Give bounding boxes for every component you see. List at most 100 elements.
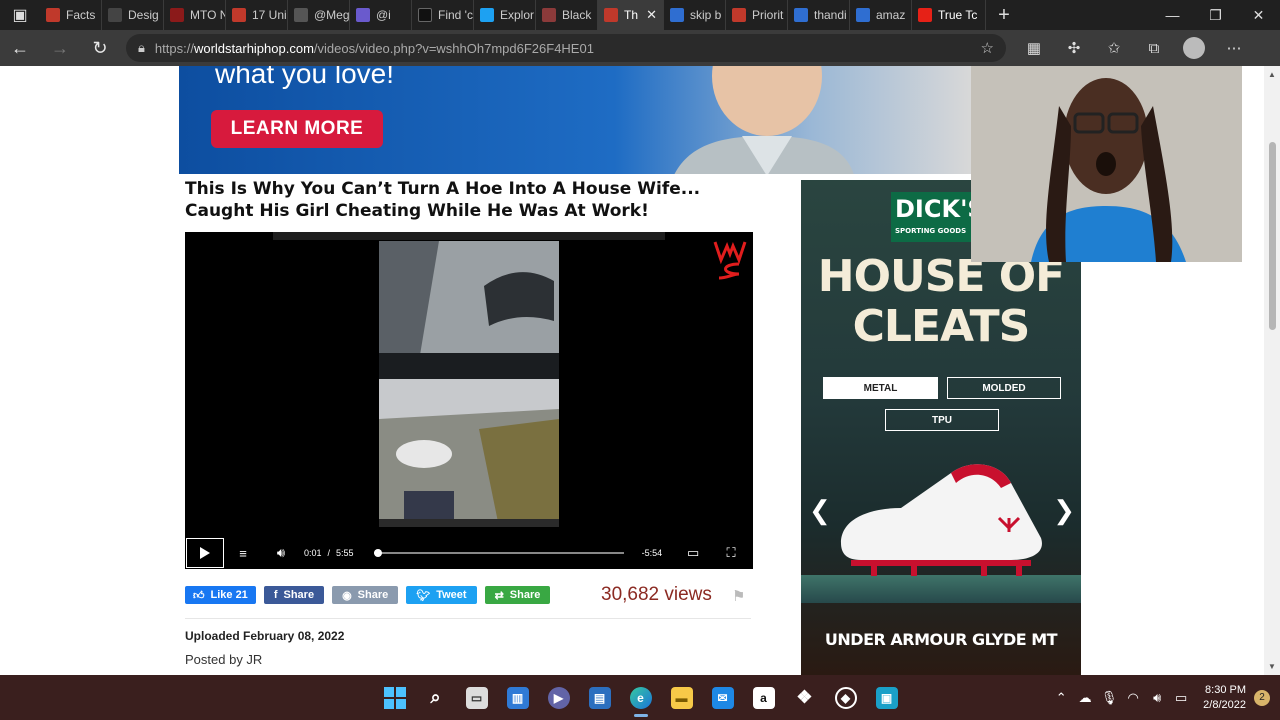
option-metal-button[interactable]: METAL: [823, 377, 938, 399]
app-icon: ▣: [875, 686, 898, 709]
more-options-icon[interactable]: ⋯: [1214, 30, 1254, 66]
browser-tab[interactable]: True Tc: [912, 0, 986, 30]
collections-icon[interactable]: ⧉: [1134, 30, 1174, 66]
extensions-puzzle-icon[interactable]: ✣: [1054, 30, 1094, 66]
close-tab-icon[interactable]: ✕: [646, 7, 657, 23]
learn-more-button[interactable]: LEARN MORE: [211, 110, 383, 148]
facebook-icon: f: [273, 589, 278, 601]
wshh-logo-icon: [713, 241, 747, 280]
ad-banner[interactable]: what you love! LEARN MORE: [179, 66, 971, 174]
facebook-like-button[interactable]: 👍︎ Like 21: [185, 586, 256, 604]
mail-button[interactable]: ✉: [702, 675, 743, 720]
store-icon: ▤: [588, 686, 611, 709]
browser-tab[interactable]: Facts: [40, 0, 102, 30]
play-icon: [200, 547, 210, 559]
taskbar-apps: ⌕ ▭ ▥ ▶ ▤ e ▬ ✉ a ❖ ◆ ▣: [374, 675, 907, 720]
store-button[interactable]: ▤: [579, 675, 620, 720]
tab-favicon-icon: [480, 8, 494, 22]
browser-tab[interactable]: thandi: [788, 0, 850, 30]
report-flag-icon[interactable]: ⚑: [732, 587, 745, 605]
volume-icon[interactable]: 🔊︎: [262, 545, 300, 561]
new-tab-button[interactable]: +: [986, 0, 1022, 30]
start-button[interactable]: [374, 675, 415, 720]
security-icon[interactable]: ☁: [1073, 690, 1097, 706]
search-button[interactable]: ⌕: [415, 675, 456, 720]
dropbox-button[interactable]: ❖: [784, 675, 825, 720]
url-field[interactable]: 🔒︎ https://worldstarhiphop.com/videos/vi…: [126, 34, 1006, 62]
notification-badge[interactable]: 2: [1254, 689, 1270, 706]
restore-icon[interactable]: ❐: [1194, 0, 1237, 30]
browser-tab[interactable]: Explor: [474, 0, 536, 30]
back-button[interactable]: ←: [0, 30, 40, 66]
view-count: 30,682 views: [601, 584, 712, 605]
video-frame-driveway: [379, 379, 559, 527]
browser-tab[interactable]: @Meg: [288, 0, 350, 30]
task-view-button[interactable]: ▭: [456, 675, 497, 720]
scroll-down-icon[interactable]: ▼: [1268, 662, 1276, 671]
twitter-tweet-button[interactable]: 🐦︎ Tweet: [406, 586, 477, 604]
browser-tab[interactable]: Black: [536, 0, 598, 30]
browser-tab[interactable]: Find 'c: [412, 0, 474, 30]
facebook-share-button[interactable]: f Share: [263, 586, 325, 604]
ad-shelf: [801, 575, 1081, 603]
volume-icon[interactable]: 🔊︎: [1145, 690, 1169, 706]
clock[interactable]: 8:30 PM 2/8/2022: [1203, 683, 1246, 713]
tab-favicon-icon: [542, 8, 556, 22]
scroll-up-icon[interactable]: ▲: [1268, 70, 1276, 79]
browser-tab[interactable]: amaz: [850, 0, 912, 30]
fullscreen-icon[interactable]: ⛶: [712, 545, 750, 561]
webcam-person-image: [971, 66, 1242, 262]
browser-tab[interactable]: Desig: [102, 0, 164, 30]
browser-tab[interactable]: Priorit: [726, 0, 788, 30]
wifi-icon[interactable]: ◠: [1121, 690, 1145, 706]
option-tpu-button[interactable]: TPU: [885, 409, 999, 431]
minimize-icon[interactable]: —: [1151, 0, 1194, 30]
reddit-share-button[interactable]: ◉ Share: [332, 586, 399, 604]
duration: 5:55: [336, 548, 354, 558]
tab-actions-icon[interactable]: ▣: [0, 0, 40, 30]
close-window-icon[interactable]: ✕: [1237, 0, 1280, 30]
app-button[interactable]: ▣: [866, 675, 907, 720]
scrollbar-thumb[interactable]: [1269, 142, 1276, 330]
video-player[interactable]: ≡ 🔊︎ 0:01 / 5:55 -5:54 ▭ ⛶: [185, 232, 753, 569]
seek-bar[interactable]: [373, 549, 624, 557]
chevron-up-icon[interactable]: ⌃: [1049, 690, 1073, 706]
browser-tab[interactable]: skip b: [664, 0, 726, 30]
profile-icon[interactable]: [1174, 30, 1214, 66]
add-favorite-icon[interactable]: ☆: [981, 39, 994, 57]
teams-chat-button[interactable]: ▶: [538, 675, 579, 720]
chapters-menu-icon[interactable]: ≡: [224, 546, 262, 561]
option-molded-button[interactable]: MOLDED: [947, 377, 1061, 399]
seek-handle[interactable]: [374, 549, 383, 557]
carousel-next-icon[interactable]: ❯: [1053, 495, 1075, 526]
browser-tab[interactable]: @i: [350, 0, 412, 30]
task-view-icon: ▭: [465, 686, 488, 709]
extension-icon[interactable]: ▦: [1014, 30, 1054, 66]
picture-in-picture-icon[interactable]: ▭: [674, 545, 712, 561]
forward-button[interactable]: →: [40, 30, 80, 66]
share-button[interactable]: ⇄ Share: [484, 586, 551, 604]
page-scrollbar[interactable]: ▲ ▼: [1264, 66, 1280, 675]
file-explorer-button[interactable]: ▬: [661, 675, 702, 720]
url-path: /videos/video.php?v=wshhOh7mpd6F26F4HE01: [313, 40, 594, 56]
app-button[interactable]: ◆: [825, 675, 866, 720]
amazon-icon: a: [752, 686, 775, 709]
tab-favicon-icon: [46, 8, 60, 22]
player-topbar: [273, 232, 665, 240]
battery-icon[interactable]: ▭: [1169, 690, 1193, 706]
banner-person-image: [674, 66, 854, 174]
edge-button[interactable]: e: [620, 675, 661, 720]
amazon-button[interactable]: a: [743, 675, 784, 720]
browser-tab-active[interactable]: Th ✕: [598, 0, 664, 30]
address-toolbar: ← → ↻ 🔒︎ https://worldstarhiphop.com/vid…: [0, 30, 1280, 66]
share-buttons: 👍︎ Like 21 f Share ◉ Share 🐦︎ Tweet ⇄ Share: [185, 586, 558, 604]
carousel-prev-icon[interactable]: ❮: [809, 495, 831, 526]
browser-tab[interactable]: 17 Uni: [226, 0, 288, 30]
tab-favicon-icon: [418, 8, 432, 22]
microphone-icon[interactable]: 🎙︎: [1097, 690, 1121, 706]
browser-tab[interactable]: MTO N: [164, 0, 226, 30]
widgets-button[interactable]: ▥: [497, 675, 538, 720]
refresh-button[interactable]: ↻: [80, 30, 120, 66]
favorites-icon[interactable]: ✩: [1094, 30, 1134, 66]
play-button[interactable]: [186, 538, 224, 568]
